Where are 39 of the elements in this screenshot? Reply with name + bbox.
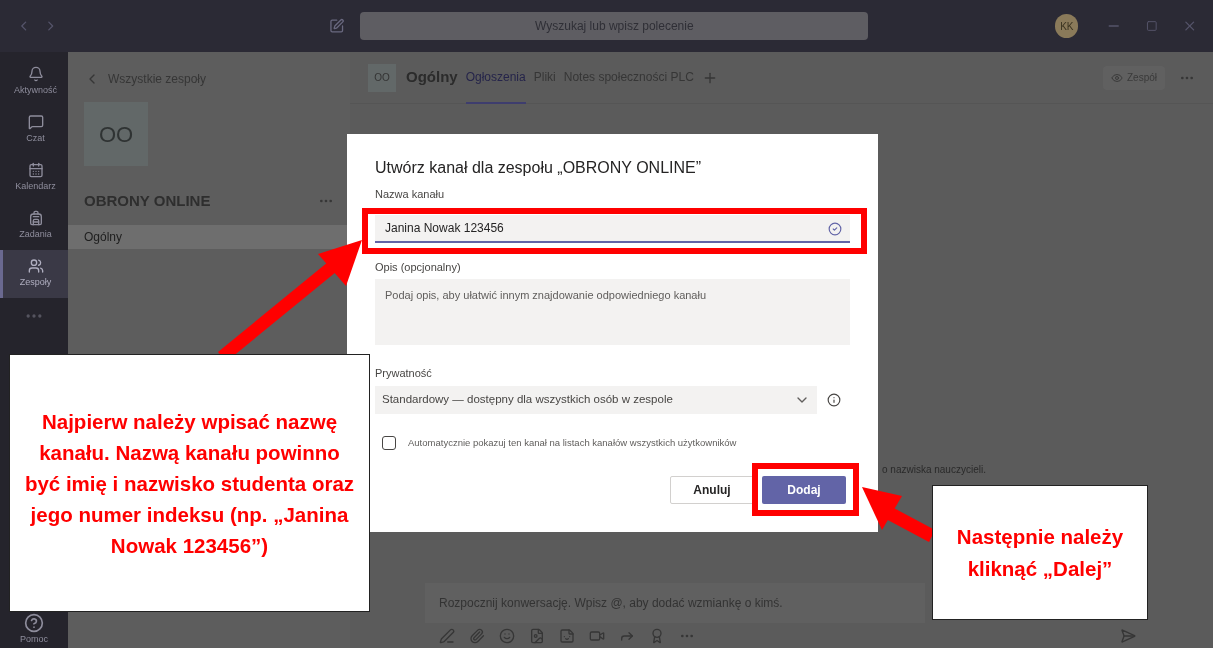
rail-item[interactable]: Aktywność bbox=[0, 58, 68, 106]
checkbox-label: Automatycznie pokazuj ten kanał na listach kanałów wszystkich użytkowników bbox=[408, 435, 737, 450]
emoji-icon[interactable] bbox=[499, 627, 515, 644]
people-icon bbox=[27, 258, 44, 275]
rail-item[interactable]: Kalendarz bbox=[0, 154, 68, 202]
info-icon[interactable] bbox=[827, 392, 841, 407]
help-button[interactable]: Pomoc bbox=[0, 612, 68, 648]
privacy-dropdown[interactable]: Standardowy — dostępny dla wszystkich osób w zespole bbox=[375, 385, 817, 414]
checkbox[interactable] bbox=[382, 435, 396, 450]
rail-item[interactable]: Zespoły bbox=[0, 250, 68, 298]
field-label: Opis (opcjonalny) bbox=[375, 259, 461, 275]
send-icon[interactable] bbox=[1120, 627, 1136, 644]
check-icon bbox=[828, 221, 842, 236]
format-icon[interactable] bbox=[439, 627, 455, 644]
help-icon bbox=[24, 612, 44, 633]
cancel-button[interactable]: Anuluj bbox=[670, 475, 754, 504]
eye-icon bbox=[1111, 71, 1123, 84]
calendar-icon bbox=[27, 162, 44, 179]
sticker-icon[interactable] bbox=[559, 627, 575, 644]
annotation-text: Następnie należy kliknąć „Dalej” bbox=[955, 523, 1125, 582]
attach-icon[interactable] bbox=[469, 627, 485, 644]
rail-item[interactable]: Czat bbox=[0, 106, 68, 154]
field-label: Nazwa kanału bbox=[375, 187, 445, 202]
maximize-icon[interactable] bbox=[1145, 20, 1158, 32]
add-button[interactable]: Dodaj bbox=[762, 475, 846, 504]
field-label: Prywatność bbox=[375, 366, 432, 381]
award-icon[interactable] bbox=[649, 627, 665, 644]
rail-item[interactable]: Zadania bbox=[0, 202, 68, 250]
backpack-icon bbox=[27, 210, 44, 227]
bell-icon bbox=[27, 66, 44, 83]
avatar[interactable]: KK bbox=[1055, 14, 1079, 38]
chat-icon bbox=[27, 114, 44, 131]
annotation-text: Najpierw należy wpisać nazwę kanału. Nazwą kanału powinno być imię i nazwisko studenta oraz jego numer indeksu (np. „Janina Nowak 123456”) bbox=[24, 408, 355, 559]
compose-icon[interactable] bbox=[328, 18, 345, 34]
description-field[interactable]: Podaj opis, aby ułatwić innym znajdowanie odpowiedniego kanału bbox=[375, 279, 850, 345]
dialog-title: Utwórz kanał dla zespołu „OBRONY ONLINE” bbox=[375, 158, 702, 178]
channel-item[interactable]: Ogólny bbox=[68, 224, 350, 249]
input-field[interactable]: Janina Nowak 123456 bbox=[375, 214, 850, 243]
gif-icon[interactable] bbox=[529, 627, 545, 644]
